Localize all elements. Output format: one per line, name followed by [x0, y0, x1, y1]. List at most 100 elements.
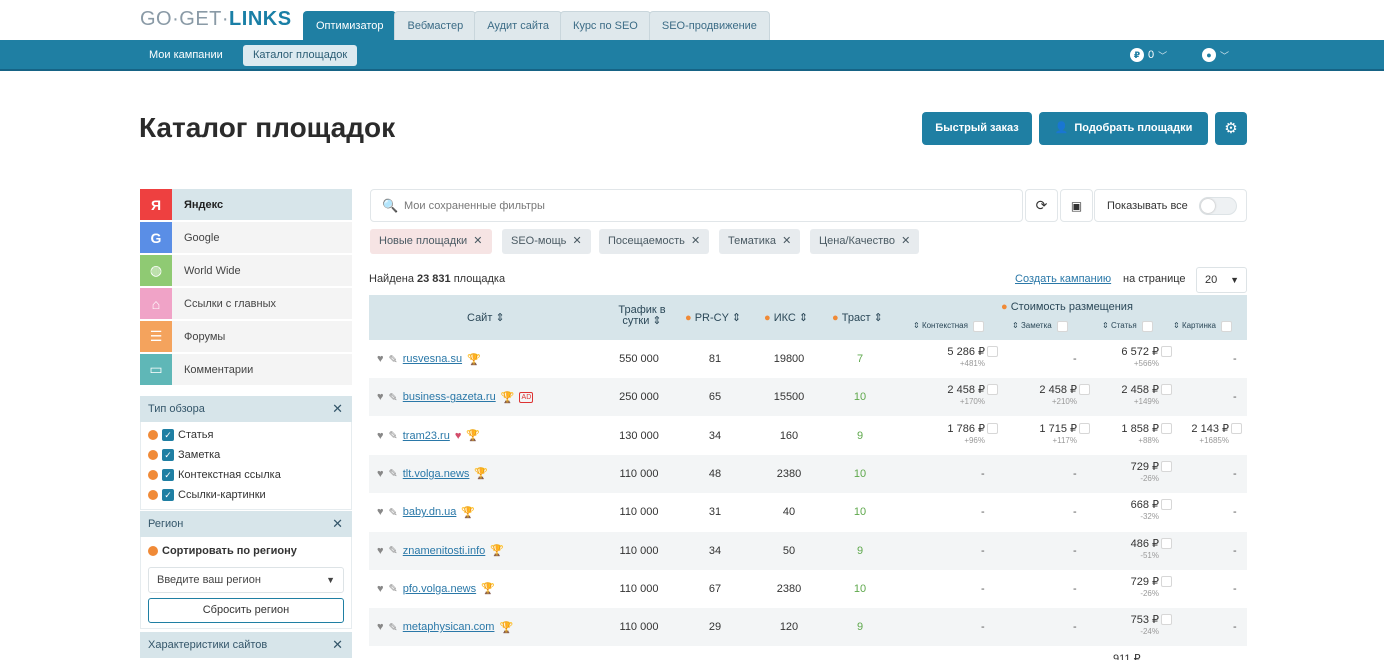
heart-icon[interactable]: ♥ — [377, 430, 384, 442]
close-icon[interactable]: ✕ — [470, 235, 482, 247]
site-link[interactable]: tram23.ru — [403, 430, 450, 442]
checkbox[interactable]: ✓ — [162, 449, 174, 461]
edit-icon[interactable]: ✎ — [389, 621, 398, 634]
select-checkbox[interactable] — [987, 346, 998, 357]
sidebar-item-2[interactable]: ◍ World Wide — [140, 255, 352, 286]
close-icon[interactable]: ✕ — [688, 235, 700, 247]
site-link[interactable]: baby.dn.ua — [403, 506, 457, 518]
select-checkbox[interactable] — [1231, 422, 1242, 434]
tab-site-audit[interactable]: Аудит сайта — [474, 11, 563, 40]
quick-order-button[interactable]: Быстрый заказ — [922, 112, 1032, 145]
reset-filters-button[interactable]: ⟳ — [1025, 189, 1058, 222]
heart-icon[interactable]: ♥ — [377, 621, 384, 633]
region-header[interactable]: Регион ✕ — [140, 511, 352, 537]
review-type-header[interactable]: Тип обзора ✕ — [140, 396, 352, 422]
site-link[interactable]: tlt.volga.news — [403, 468, 470, 480]
site-link[interactable]: rusvesna.su — [403, 353, 462, 365]
heart-icon[interactable]: ♥ — [377, 468, 384, 480]
review-option-context-link[interactable]: ✓ Контекстная ссылка — [148, 467, 281, 483]
site-link[interactable]: business-gazeta.ru — [403, 391, 496, 403]
pick-sites-button[interactable]: 👤 Подобрать площадки — [1039, 112, 1208, 145]
edit-icon[interactable]: ✎ — [389, 506, 398, 519]
tab-optimizer[interactable]: Оптимизатор — [303, 11, 397, 40]
region-select[interactable]: Введите ваш регион ▼ — [148, 567, 344, 593]
logo[interactable]: GO·GET·LINKS — [140, 8, 292, 31]
edit-icon[interactable]: ✎ — [389, 391, 398, 404]
column-context[interactable]: ⇕ Контекстная — [913, 321, 985, 332]
chip-new-sites[interactable]: Новые площадки ✕ — [370, 229, 492, 254]
column-image[interactable]: ⇕ Картинка — [1173, 321, 1233, 332]
column-trust[interactable]: ● Траст ⇕ — [832, 311, 883, 324]
heart-icon[interactable]: ♥ — [377, 353, 384, 365]
column-note[interactable]: ⇕ Заметка — [1012, 321, 1068, 332]
checkbox[interactable]: ✓ — [162, 429, 174, 441]
checkbox[interactable] — [973, 321, 985, 332]
column-article[interactable]: ⇕ Статья — [1102, 321, 1153, 332]
select-checkbox[interactable] — [1161, 346, 1172, 357]
tab-seo-course[interactable]: Курс по SEO — [560, 11, 651, 40]
edit-icon[interactable]: ✎ — [389, 429, 398, 442]
close-icon[interactable]: ✕ — [898, 235, 910, 247]
checkbox[interactable] — [1056, 321, 1068, 332]
edit-icon[interactable]: ✎ — [389, 353, 398, 366]
close-icon[interactable]: ✕ — [332, 632, 343, 658]
sort-by-region[interactable]: Сортировать по региону — [148, 543, 297, 559]
select-checkbox[interactable] — [987, 422, 998, 434]
tab-webmaster[interactable]: Вебмастер — [394, 11, 477, 40]
chip-seo-power[interactable]: SEO-мощь ✕ — [502, 229, 591, 254]
site-characteristics-header[interactable]: Характеристики сайтов ✕ — [140, 632, 352, 658]
tab-seo-promotion[interactable]: SEO-продвижение — [648, 11, 770, 40]
chip-topic[interactable]: Тематика ✕ — [719, 229, 801, 254]
reset-region-button[interactable]: Сбросить регион — [148, 598, 344, 623]
review-option-article[interactable]: ✓ Статья — [148, 427, 213, 443]
review-option-note[interactable]: ✓ Заметка — [148, 447, 220, 463]
balance-dropdown[interactable]: ₽ 0 ﹀ — [1130, 46, 1167, 64]
create-campaign-link[interactable]: Создать кампанию — [1015, 273, 1111, 285]
select-checkbox[interactable] — [1161, 384, 1172, 396]
column-iks[interactable]: ● ИКС ⇕ — [764, 311, 808, 324]
user-menu[interactable]: ● ﹀ — [1202, 46, 1229, 64]
checkbox[interactable]: ✓ — [162, 469, 174, 481]
column-traffic[interactable]: Трафик в сутки ⇕ — [610, 305, 674, 327]
close-icon[interactable]: ✕ — [332, 396, 343, 422]
site-link[interactable]: pfo.volga.news — [403, 583, 476, 595]
heart-icon[interactable]: ♥ — [377, 583, 384, 595]
select-checkbox[interactable] — [987, 384, 998, 396]
select-checkbox[interactable] — [1161, 499, 1172, 511]
edit-icon[interactable]: ✎ — [389, 582, 398, 595]
chip-traffic[interactable]: Посещаемость ✕ — [599, 229, 710, 254]
checkbox[interactable] — [1141, 321, 1153, 332]
edit-icon[interactable]: ✎ — [389, 467, 398, 480]
column-prcy[interactable]: ● PR-CY ⇕ — [685, 311, 741, 324]
sidebar-item-0[interactable]: Я Яндекс — [140, 189, 352, 220]
select-checkbox[interactable] — [1161, 422, 1172, 434]
show-all-toggle[interactable] — [1199, 197, 1237, 215]
select-checkbox[interactable] — [1079, 422, 1090, 434]
edit-icon[interactable]: ✎ — [389, 544, 398, 557]
chip-price-quality[interactable]: Цена/Качество ✕ — [810, 229, 920, 254]
heart-icon[interactable]: ♥ — [377, 545, 384, 557]
close-icon[interactable]: ✕ — [332, 511, 343, 537]
close-icon[interactable]: ✕ — [779, 235, 791, 247]
saved-filters-search[interactable]: 🔍 Мои сохраненные фильтры — [370, 189, 1023, 222]
select-checkbox[interactable] — [1161, 614, 1172, 626]
site-link[interactable]: metaphysican.com — [403, 621, 495, 633]
sidebar-item-1[interactable]: G Google — [140, 222, 352, 253]
per-page-select[interactable]: 20 ▼ — [1196, 267, 1247, 293]
select-checkbox[interactable] — [1079, 384, 1090, 396]
column-site[interactable]: Сайт ⇕ — [467, 311, 505, 324]
site-link[interactable]: znamenitosti.info — [403, 545, 486, 557]
subnav-my-campaigns[interactable]: Мои кампании — [139, 45, 233, 66]
settings-cog-button[interactable]: ⚙ — [1215, 112, 1247, 145]
heart-icon[interactable]: ♥ — [377, 391, 384, 403]
review-option-image-links[interactable]: ✓ Ссылки-картинки — [148, 487, 266, 503]
sidebar-item-4[interactable]: ☰ Форумы — [140, 321, 352, 352]
select-checkbox[interactable] — [1161, 575, 1172, 587]
sidebar-item-3[interactable]: ⌂ Ссылки с главных — [140, 288, 352, 319]
select-checkbox[interactable] — [1161, 537, 1172, 549]
checkbox[interactable] — [1221, 321, 1233, 332]
checkbox[interactable]: ✓ — [162, 489, 174, 501]
select-checkbox[interactable] — [1161, 460, 1172, 472]
subnav-site-catalog[interactable]: Каталог площадок — [243, 45, 358, 66]
save-filter-button[interactable]: ▣ — [1060, 189, 1093, 222]
